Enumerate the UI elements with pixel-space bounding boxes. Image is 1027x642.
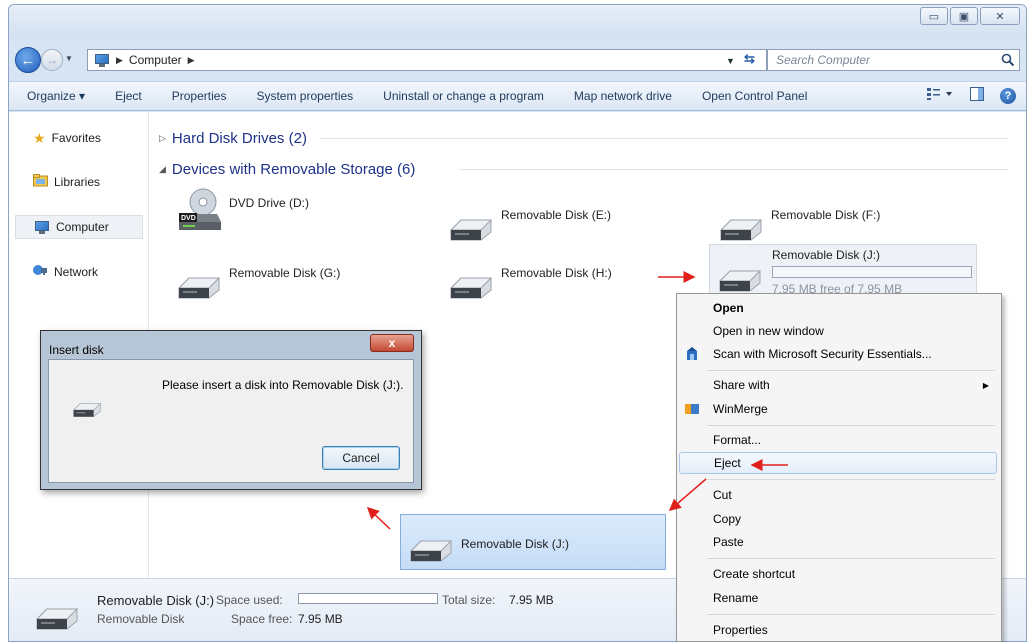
annotation-arrows <box>366 271 788 530</box>
arrow-to-dialog-icon <box>366 506 391 530</box>
arrow-to-drag-tile-icon <box>668 478 707 511</box>
